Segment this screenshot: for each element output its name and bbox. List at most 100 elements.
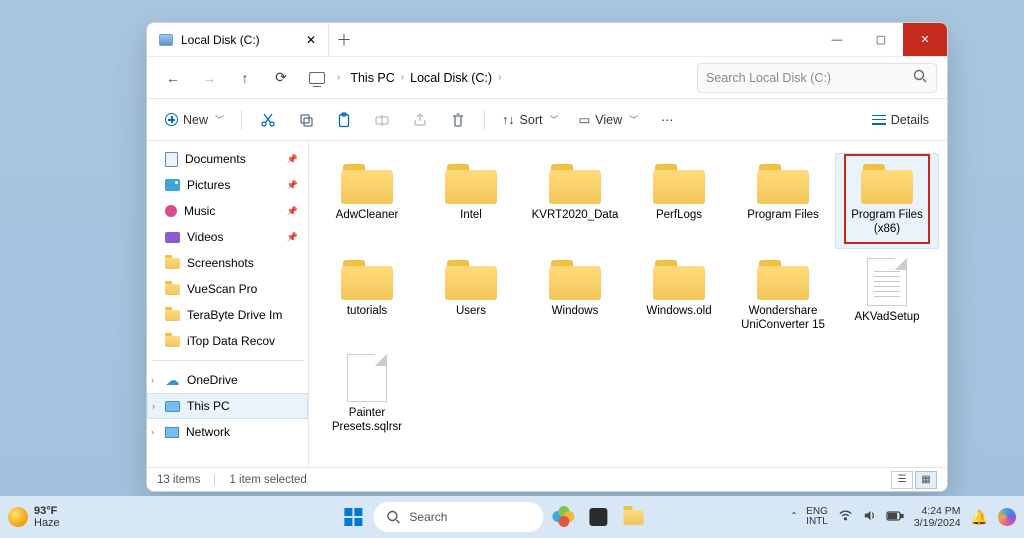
taskbar-search[interactable]: Search (373, 502, 543, 532)
lang-2: INTL (806, 517, 828, 528)
folder-item[interactable]: Intel (419, 153, 523, 249)
sidebar-item[interactable]: VueScan Pro (147, 276, 308, 302)
new-tab-button[interactable]: ＋ (329, 23, 359, 56)
sidebar-item-label: This PC (187, 399, 230, 413)
folder-icon (549, 164, 601, 204)
explorer-body: Documents 📌 Pictures 📌 Music 📌 Videos 📌 … (147, 141, 947, 467)
titlebar: Local Disk (C:) ✕ ＋ ― ▢ ✕ (147, 23, 947, 57)
chevron-right-icon[interactable]: › (151, 427, 154, 437)
close-window-button[interactable]: ✕ (903, 23, 947, 56)
view-button[interactable]: ▭ View ﹀ (570, 106, 646, 134)
weather-cond: Haze (34, 517, 60, 529)
sidebar-item[interactable]: iTop Data Recov (147, 328, 308, 354)
sidebar-item[interactable]: TeraByte Drive Im (147, 302, 308, 328)
folder-icon (757, 260, 809, 300)
tray-chevron-icon[interactable]: ˆ (792, 510, 796, 524)
cut-button[interactable] (251, 106, 285, 134)
sidebar-item[interactable]: Videos 📌 (147, 224, 308, 250)
notifications-icon[interactable]: 🔔 (971, 509, 988, 526)
copilot-icon[interactable] (998, 508, 1016, 526)
sidebar-item[interactable]: Documents 📌 (147, 146, 308, 172)
file-item[interactable]: AKVadSetup (835, 249, 939, 345)
back-button[interactable]: ← (157, 63, 189, 93)
folder-item[interactable]: Windows (523, 249, 627, 345)
chevron-right-icon[interactable]: › (498, 72, 501, 83)
file-item[interactable]: Painter Presets.sqlrsr (315, 345, 419, 441)
forward-button[interactable]: → (193, 63, 225, 93)
breadcrumb-this-pc[interactable]: This PC (350, 71, 394, 85)
sidebar-item-onedrive[interactable]: › ☁OneDrive (147, 367, 308, 393)
sidebar-item-label: Music (184, 204, 215, 218)
new-button[interactable]: New ﹀ (157, 106, 232, 134)
icons-view-button[interactable]: ▦ (915, 471, 937, 489)
copy-button[interactable] (289, 106, 323, 134)
sidebar-item[interactable]: Music 📌 (147, 198, 308, 224)
chevron-right-icon[interactable]: › (152, 401, 155, 411)
pc-icon[interactable] (301, 63, 333, 93)
breadcrumb-local-disk[interactable]: Local Disk (C:) (410, 71, 492, 85)
folder-item[interactable]: AdwCleaner (315, 153, 419, 249)
folder-icon (445, 260, 497, 300)
taskbar-app-1[interactable] (583, 502, 613, 532)
wifi-icon[interactable] (838, 508, 853, 526)
sort-label: Sort (520, 113, 543, 127)
sidebar-item-label: Pictures (187, 178, 230, 192)
delete-button[interactable] (441, 106, 475, 134)
folder-item[interactable]: Windows.old (627, 249, 731, 345)
details-view-button[interactable]: ☰ (891, 471, 913, 489)
search-icon (912, 68, 928, 87)
battery-icon[interactable] (886, 510, 904, 525)
volume-icon[interactable] (862, 508, 877, 526)
start-button[interactable] (338, 502, 368, 532)
folder-item[interactable]: tutorials (315, 249, 419, 345)
folder-item[interactable]: KVRT2020_Data (523, 153, 627, 249)
chevron-down-icon: ﹀ (629, 113, 638, 126)
close-tab-icon[interactable]: ✕ (306, 33, 316, 47)
sidebar-item-this-pc[interactable]: › This PC (147, 393, 308, 419)
content-area[interactable]: AdwCleanerIntelKVRT2020_DataPerfLogsProg… (309, 141, 947, 467)
taskbar-center: Search (338, 502, 648, 532)
doc-icon (165, 152, 178, 167)
chevron-right-icon[interactable]: › (401, 72, 404, 83)
chevron-down-icon: ﹀ (215, 113, 224, 126)
minimize-button[interactable]: ― (815, 23, 859, 56)
folder-item[interactable]: Users (419, 249, 523, 345)
rename-button[interactable] (365, 106, 399, 134)
refresh-button[interactable]: ⟳ (265, 63, 297, 93)
maximize-button[interactable]: ▢ (859, 23, 903, 56)
sort-button[interactable]: ↑↓ Sort ﹀ (494, 106, 566, 134)
folder-item[interactable]: Wondershare UniConverter 15 (731, 249, 835, 345)
cloud-icon: ☁ (165, 373, 180, 388)
details-pane-button[interactable]: Details (864, 106, 937, 134)
separator (484, 110, 485, 130)
search-input[interactable]: Search Local Disk (C:) (697, 63, 937, 93)
more-button[interactable]: ⋯ (650, 106, 684, 134)
sidebar-item[interactable]: Pictures 📌 (147, 172, 308, 198)
folder-item[interactable]: Program Files (731, 153, 835, 249)
sidebar-item-network[interactable]: › Network (147, 419, 308, 445)
language-indicator[interactable]: ENG INTL (806, 507, 828, 528)
command-bar: New ﹀ ↑↓ Sort ﹀ ▭ View ﹀ (147, 99, 947, 141)
share-button[interactable] (403, 106, 437, 134)
taskbar-clock[interactable]: 4:24 PM 3/19/2024 (914, 505, 961, 529)
task-view-button[interactable] (548, 502, 578, 532)
search-icon (385, 509, 401, 525)
folder-item[interactable]: Program Files (x86) (835, 153, 939, 249)
item-label: AdwCleaner (332, 208, 403, 222)
paste-button[interactable] (327, 106, 361, 134)
folder-item[interactable]: PerfLogs (627, 153, 731, 249)
navigation-bar: ← → ↑ ⟳ › This PC › Local Disk (C:) › Se… (147, 57, 947, 99)
taskbar-right: ˆ ENG INTL 4:24 PM 3/19/2024 🔔 (792, 505, 1016, 529)
weather-temp: 93°F (34, 505, 60, 517)
folder-icon (549, 260, 601, 300)
taskbar-weather[interactable]: 93°F Haze (8, 505, 60, 529)
fold-icon (165, 336, 180, 347)
file-explorer-taskbar[interactable] (618, 502, 648, 532)
chevron-right-icon[interactable]: › (151, 375, 154, 385)
sidebar-item[interactable]: Screenshots (147, 250, 308, 276)
tab-local-disk-c[interactable]: Local Disk (C:) ✕ (147, 23, 329, 56)
chevron-right-icon[interactable]: › (337, 72, 340, 83)
item-label: Windows.old (642, 304, 715, 318)
up-button[interactable]: ↑ (229, 63, 261, 93)
sidebar-item-label: Network (186, 425, 230, 439)
